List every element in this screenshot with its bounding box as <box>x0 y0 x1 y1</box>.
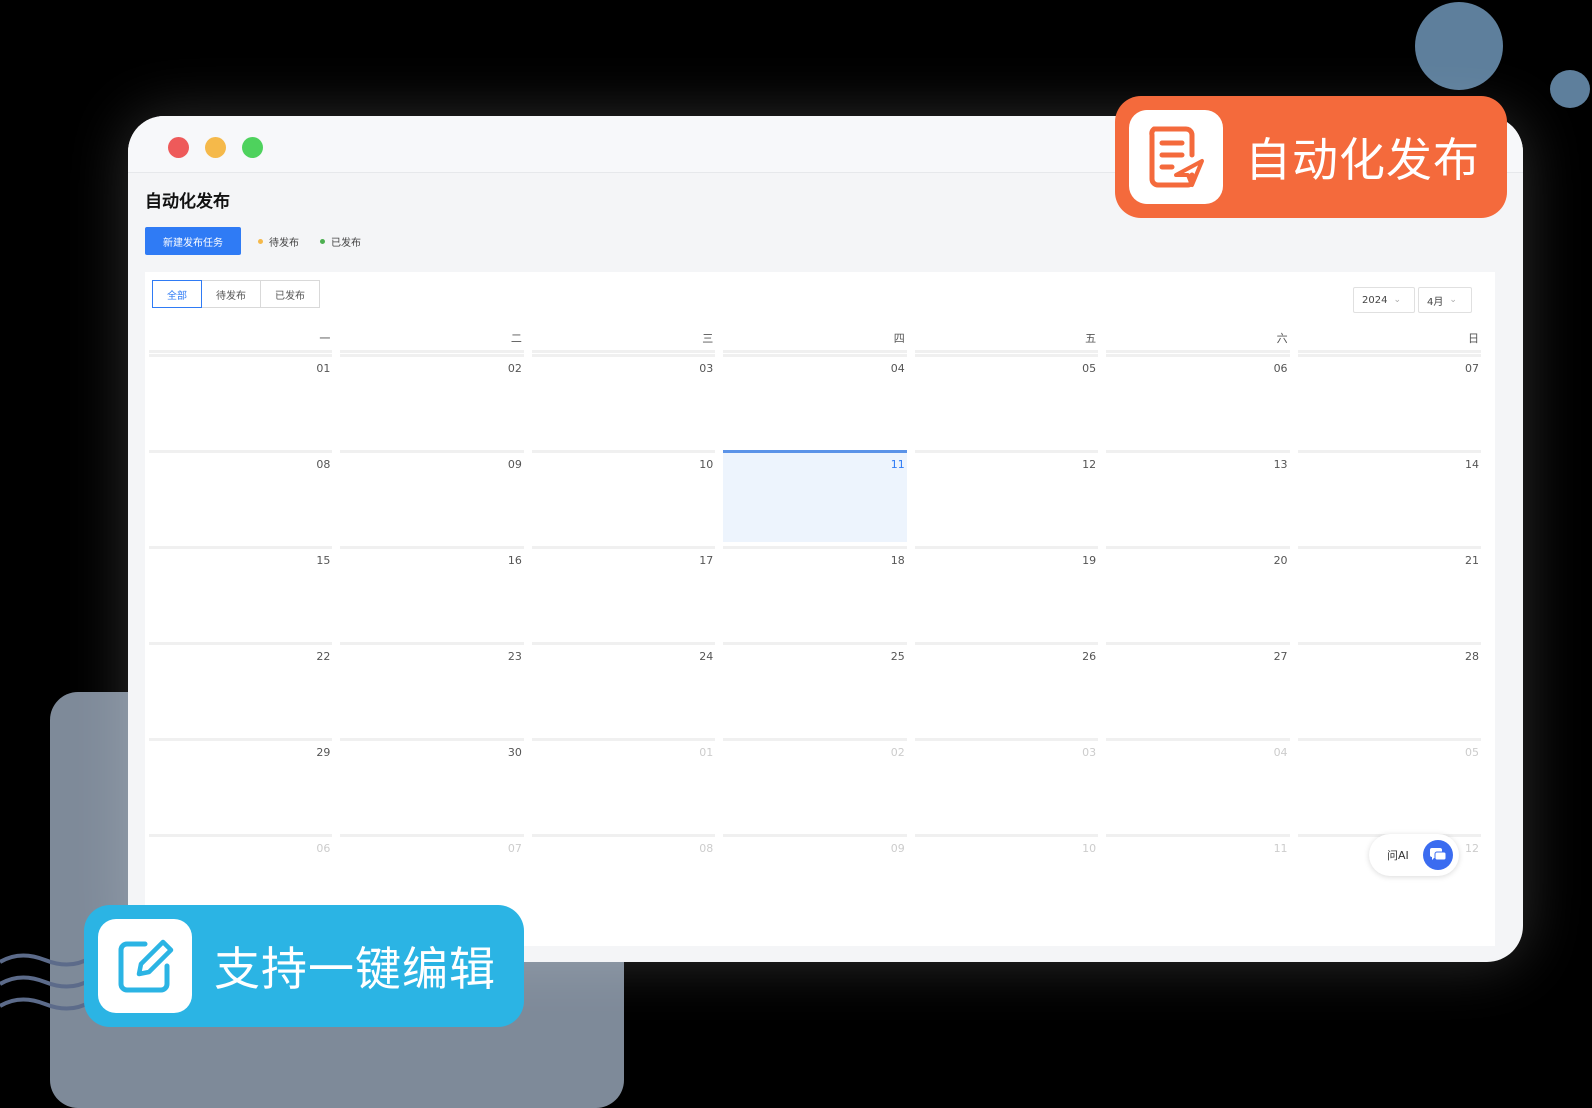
weekday-label: 日 <box>1297 330 1481 353</box>
calendar-day[interactable]: 27 <box>1106 642 1290 734</box>
tab-all[interactable]: 全部 <box>152 280 202 308</box>
minimize-window-button[interactable] <box>205 137 226 158</box>
auto-publish-badge-text: 自动化发布 <box>1245 133 1480 187</box>
calendar-day[interactable]: 30 <box>340 738 524 830</box>
calendar-day[interactable]: 08 <box>531 834 716 926</box>
legend-published-dot <box>320 239 325 244</box>
chevron-down-icon: ⌄ <box>1393 295 1401 305</box>
calendar-day[interactable]: 11 <box>1106 834 1290 926</box>
legend-pending: 待发布 <box>258 234 299 249</box>
calendar-day[interactable]: 09 <box>723 834 907 926</box>
chat-bubble-icon <box>1423 840 1453 870</box>
document-send-icon <box>1129 110 1223 204</box>
calendar-day[interactable]: 02 <box>723 738 907 830</box>
weekday-label: 六 <box>1106 330 1290 353</box>
month-select-value: 4月 <box>1427 296 1444 308</box>
year-select-value: 2024 <box>1362 294 1388 306</box>
app-window: 自动化发布 新建发布任务 待发布 已发布 全部 待发布 已发布 2024 ⌄ 4… <box>128 116 1523 962</box>
legend-pending-dot <box>258 239 263 244</box>
calendar-day[interactable]: 13 <box>1106 450 1290 542</box>
calendar-day[interactable]: 08 <box>149 450 333 542</box>
decorative-circle-small <box>1550 70 1590 108</box>
calendar-day[interactable]: 14 <box>1297 450 1481 542</box>
month-select[interactable]: 4月 ⌄ <box>1418 287 1472 313</box>
calendar-day[interactable]: 28 <box>1297 642 1481 734</box>
calendar-day[interactable]: 26 <box>914 642 1099 734</box>
calendar-day[interactable]: 18 <box>723 546 907 638</box>
calendar-card: 全部 待发布 已发布 2024 ⌄ 4月 ⌄ 一二三四五六日 01 02 03 04 0… <box>145 272 1495 946</box>
calendar-day[interactable]: 16 <box>340 546 524 638</box>
calendar-day[interactable]: 17 <box>531 546 716 638</box>
weekday-label: 三 <box>531 330 716 353</box>
weekday-label: 一 <box>149 330 333 353</box>
ask-ai-button[interactable]: 问AI <box>1369 834 1459 876</box>
calendar-day[interactable]: 02 <box>340 354 524 446</box>
calendar-grid: 01 02 03 04 05 06 07 08 09 10 11 12 13 14 15 16 17 18 19 20… <box>149 354 1481 930</box>
auto-publish-badge: 自动化发布 <box>1115 96 1507 218</box>
calendar-day[interactable]: 22 <box>149 642 333 734</box>
edit-pencil-icon <box>98 919 192 1013</box>
calendar-day[interactable]: 21 <box>1297 546 1481 638</box>
weekday-label: 四 <box>723 330 907 353</box>
calendar-day[interactable]: 29 <box>149 738 333 830</box>
weekday-label: 五 <box>914 330 1099 353</box>
decorative-circle-large <box>1415 2 1503 90</box>
calendar-day[interactable]: 23 <box>340 642 524 734</box>
legend-published: 已发布 <box>320 234 361 249</box>
one-click-edit-badge: 支持一键编辑 <box>84 905 524 1027</box>
calendar-day[interactable]: 19 <box>914 546 1099 638</box>
calendar-day-today[interactable]: 11 <box>723 450 907 542</box>
calendar-day[interactable]: 25 <box>723 642 907 734</box>
calendar-day[interactable]: 01 <box>531 738 716 830</box>
calendar-day[interactable]: 15 <box>149 546 333 638</box>
calendar-day[interactable]: 07 <box>1297 354 1481 446</box>
tab-pending[interactable]: 待发布 <box>201 280 261 308</box>
calendar-day[interactable]: 24 <box>531 642 716 734</box>
weekday-label: 二 <box>340 330 524 353</box>
calendar-day[interactable]: 01 <box>149 354 333 446</box>
calendar-day[interactable]: 10 <box>914 834 1099 926</box>
chevron-down-icon: ⌄ <box>1449 295 1457 305</box>
status-filter-tabs: 全部 待发布 已发布 <box>152 280 320 308</box>
calendar-day[interactable]: 04 <box>1106 738 1290 830</box>
close-window-button[interactable] <box>168 137 189 158</box>
calendar-day[interactable]: 09 <box>340 450 524 542</box>
calendar-day[interactable]: 05 <box>1297 738 1481 830</box>
calendar-day[interactable]: 05 <box>914 354 1099 446</box>
calendar-day[interactable]: 20 <box>1106 546 1290 638</box>
decorative-waves <box>0 953 90 1011</box>
calendar-day[interactable]: 03 <box>531 354 716 446</box>
tab-published[interactable]: 已发布 <box>260 280 320 308</box>
maximize-window-button[interactable] <box>242 137 263 158</box>
calendar-day[interactable]: 03 <box>914 738 1099 830</box>
legend-pending-label: 待发布 <box>269 238 299 249</box>
legend-published-label: 已发布 <box>331 238 361 249</box>
year-select[interactable]: 2024 ⌄ <box>1353 287 1415 313</box>
new-publish-task-button[interactable]: 新建发布任务 <box>145 227 241 255</box>
calendar-day[interactable]: 06 <box>1106 354 1290 446</box>
page-title: 自动化发布 <box>145 192 230 212</box>
weekday-header: 一二三四五六日 <box>149 330 1481 353</box>
ask-ai-label: 问AI <box>1387 849 1409 862</box>
calendar-day[interactable]: 10 <box>531 450 716 542</box>
calendar-day[interactable]: 04 <box>723 354 907 446</box>
calendar-day[interactable]: 12 <box>914 450 1099 542</box>
one-click-edit-badge-text: 支持一键编辑 <box>214 942 496 996</box>
